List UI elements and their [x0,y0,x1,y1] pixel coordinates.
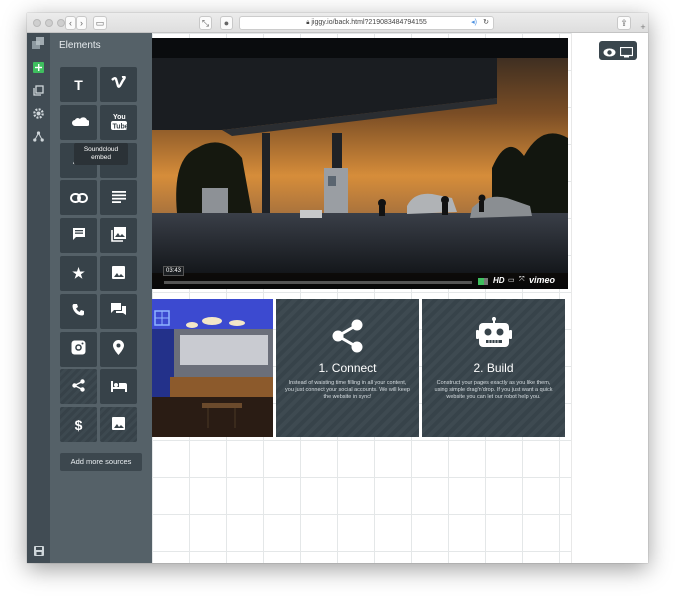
preview-eye-icon[interactable] [603,45,616,57]
connect-title: 1. Connect [318,361,377,375]
settings-icon[interactable]: ▭ [508,276,515,284]
image-2-icon [112,416,125,433]
element-tile-image[interactable] [100,256,137,291]
svg-text:Tube: Tube [112,123,128,130]
tooltip-soundcloud: Soundcloud embed [74,143,128,165]
bed-icon [110,379,127,395]
browser-toolbar: ‹ › ▭ ⤡ ● 🔒︎ jiggy.io/back.html?21908348… [27,13,648,33]
element-tile-share[interactable] [60,369,97,405]
left-rail [27,33,50,563]
add-more-sources-button[interactable]: Add more sources [60,453,142,471]
build-title: 2. Build [473,361,514,375]
restaurant-image [152,299,273,437]
audio-icon[interactable]: ◂) [471,17,477,29]
element-tile-paragraph[interactable] [100,180,137,216]
settings-gear-icon[interactable] [32,108,45,121]
browser-window: ‹ › ▭ ⤡ ● 🔒︎ jiggy.io/back.html?21908348… [27,13,648,563]
svg-text:You: You [113,114,126,121]
element-tile-image-2[interactable] [100,407,137,443]
volume-icon[interactable] [478,278,488,285]
element-tile-gallery[interactable] [100,218,137,254]
paragraph-icon [111,190,126,206]
minimize-window-button[interactable] [45,19,53,27]
back-button[interactable]: ‹ [65,16,76,30]
connect-card[interactable]: 1. Connect Instead of waisting time fill… [276,299,419,437]
youtube-icon: You Tube [110,111,128,134]
reload-icon[interactable]: ↻ [483,17,489,29]
element-tile-comment[interactable] [60,218,97,254]
zoom-window-button[interactable] [57,19,65,27]
robot-icon [476,317,512,347]
sitemap-icon[interactable] [32,131,45,144]
element-tile-link[interactable] [60,180,97,216]
soundcloud-icon [69,114,90,130]
desktop-view-icon[interactable] [619,45,634,58]
canvas-right-margin [571,33,648,563]
chat-icon [111,302,126,320]
video-scrubber[interactable] [164,281,472,284]
share-icon [72,379,85,395]
dollar-icon: $ [74,416,83,433]
video-controls: 03:43 HD ▭ ⤧ vimeo [152,266,568,289]
element-tile-chat[interactable] [100,293,137,329]
build-card[interactable]: 2. Build Construct your pages exactly as… [422,299,565,437]
lock-icon: 🔒︎ [306,20,310,26]
link-icon [69,190,88,206]
share-button[interactable]: ⇪ [617,16,631,30]
build-body: Construct your pages exactly as you like… [434,380,553,400]
instagram-icon [71,340,86,358]
fullscreen-icon[interactable]: ⤧ [519,276,525,284]
vimeo-logo[interactable]: vimeo [529,275,555,285]
vimeo-icon [110,75,127,93]
element-tile-text[interactable]: T [60,67,97,102]
new-tab-button[interactable]: + [638,22,648,32]
video-time: 03:43 [163,266,185,276]
address-bar[interactable]: 🔒︎ jiggy.io/back.html?219083484794155 ◂)… [239,16,494,30]
location-icon [113,340,124,358]
share-icon [332,319,363,353]
url-text: jiggy.io/back.html?219083484794155 [311,19,427,26]
element-tile-dollar[interactable]: $ [60,407,97,443]
hd-label[interactable]: HD [493,276,505,285]
element-tile-star[interactable]: ★ [60,256,97,291]
element-tile-vimeo[interactable] [100,67,137,102]
pages-icon[interactable] [32,85,45,98]
logo-icon [32,37,45,50]
extension-icon[interactable]: ● [220,16,233,30]
sidebar-toggle-button[interactable]: ▭ [93,16,107,30]
element-tile-instagram[interactable] [60,331,97,367]
connect-body: Instead of waisting time filling in all … [285,380,410,400]
elements-panel: Elements TYouTubeT★$ Soundcloud embed Ad… [50,33,152,563]
forward-button[interactable]: › [76,16,87,30]
save-icon[interactable] [32,546,45,559]
star-icon: ★ [72,265,85,281]
video-embed[interactable]: 03:43 HD ▭ ⤧ vimeo [152,38,568,289]
content-row: 1. Connect Instead of waisting time fill… [152,299,568,437]
element-tile-youtube[interactable]: You Tube [100,104,137,140]
close-window-button[interactable] [33,19,41,27]
page-canvas: 03:43 HD ▭ ⤧ vimeo 1. Connect Instead of… [152,33,648,563]
shrink-icon[interactable]: ⤡ [199,16,212,30]
element-tile-bed[interactable] [100,369,137,405]
comment-icon [72,227,86,244]
image-icon [112,265,125,282]
video-frame [152,38,568,289]
add-element-icon[interactable] [32,62,45,75]
element-tile-soundcloud[interactable] [60,104,97,140]
element-tile-location[interactable] [100,331,137,367]
element-tile-phone[interactable] [60,293,97,329]
phone-icon [72,303,85,319]
gallery-icon [111,226,126,245]
view-toggle [599,41,637,60]
restaurant-photo[interactable] [152,299,273,437]
text-icon: T [74,76,83,93]
panel-title: Elements [59,40,101,51]
